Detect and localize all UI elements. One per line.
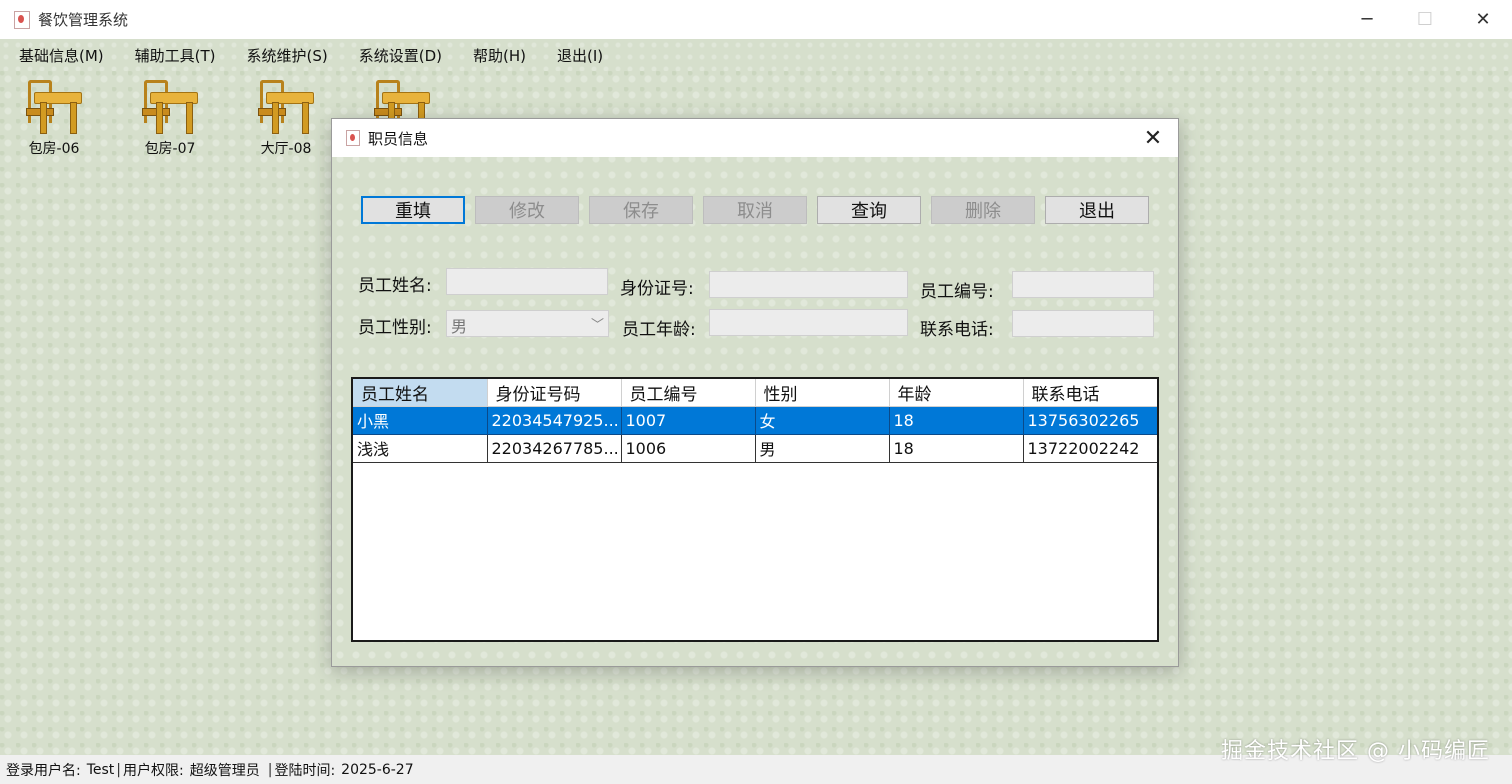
header-gender[interactable]: 性别 [755,379,890,407]
exit-button[interactable]: 退出 [1045,196,1149,224]
cell-name: 小黑 [353,406,488,435]
menu-maintenance[interactable]: 系统维护(S) [228,45,340,66]
employee-no-label: 员工编号: [920,282,994,302]
cell-age: 18 [889,406,1024,435]
gender-select[interactable]: 男 ﹀ [446,310,609,337]
header-age[interactable]: 年龄 [889,379,1024,407]
age-field[interactable] [709,309,908,336]
menu-exit[interactable]: 退出(I) [538,45,615,66]
app-icon [14,10,30,29]
status-separator: | [267,761,273,778]
header-phone[interactable]: 联系电话 [1023,379,1157,407]
menu-basic-info[interactable]: 基础信息(M) [0,45,116,66]
gender-label: 员工性别: [358,318,432,338]
cell-gender: 男 [755,434,890,463]
edit-button[interactable]: 修改 [475,196,579,224]
status-separator: | [116,761,122,778]
dining-table-icon [258,78,314,134]
table-header-row: 员工姓名 身份证号码 员工编号 性别 年龄 联系电话 [353,379,1157,407]
maximize-button[interactable]: ☐ [1396,0,1454,39]
cell-age: 18 [889,434,1024,463]
name-label: 员工姓名: [358,276,432,296]
dining-table-icon [142,78,198,134]
dining-table-icon [26,78,82,134]
menu-tools[interactable]: 辅助工具(T) [116,45,228,66]
menu-settings[interactable]: 系统设置(D) [340,45,454,66]
chevron-down-icon: ﹀ [590,318,604,333]
name-field[interactable] [446,268,608,295]
login-user-value: Test [86,761,115,778]
minimize-button[interactable]: ─ [1338,0,1396,39]
reset-button[interactable]: 重填 [361,196,465,224]
employee-no-field[interactable] [1012,271,1154,298]
cancel-button[interactable]: 取消 [703,196,807,224]
room-label: 包房-06 [28,141,80,157]
menu-bar: 基础信息(M) 辅助工具(T) 系统维护(S) 系统设置(D) 帮助(H) 退出… [0,39,1512,71]
header-name[interactable]: 员工姓名 [353,379,488,407]
delete-button[interactable]: 删除 [931,196,1035,224]
cell-phone: 13722002242 [1023,434,1157,463]
role-label: 用户权限: [123,762,184,779]
age-label: 员工年龄: [622,320,696,340]
room-label: 包房-07 [144,141,196,157]
gender-value: 男 [451,317,468,336]
room-label: 大厅-08 [260,141,312,157]
cell-gender: 女 [755,406,890,435]
save-button[interactable]: 保存 [589,196,693,224]
title-bar: 餐饮管理系统 ─ ☐ ✕ [0,0,1512,39]
employee-dialog: 职员信息 ✕ 重填 修改 保存 取消 查询 删除 退出 员工姓名: 身份证号: … [331,118,1179,667]
table-row[interactable]: 浅浅 22034267785... 1006 男 18 13722002242 [353,434,1157,463]
employee-table[interactable]: 员工姓名 身份证号码 员工编号 性别 年龄 联系电话 小黑 2203454792… [351,377,1159,642]
dialog-close-button[interactable]: ✕ [1138,123,1168,153]
table-row[interactable]: 小黑 22034547925... 1007 女 18 13756302265 [353,406,1157,435]
id-field[interactable] [709,271,908,298]
dialog-icon [346,130,360,146]
login-time-value: 2025-6-27 [341,761,414,778]
phone-field[interactable] [1012,310,1154,337]
login-time-label: 登陆时间: [274,762,336,779]
dialog-title-bar: 职员信息 ✕ [332,119,1178,157]
header-employee-no[interactable]: 员工编号 [621,379,756,407]
watermark: 掘金技术社区 @ 小码编匠 [1221,739,1490,764]
window-title: 餐饮管理系统 [38,11,129,29]
login-user-label: 登录用户名: [6,762,81,779]
window-controls: ─ ☐ ✕ [1338,0,1512,39]
cell-id-number: 22034547925... [487,406,622,435]
room-tile-06[interactable]: 包房-06 [14,78,94,157]
phone-label: 联系电话: [920,320,994,340]
cell-name: 浅浅 [353,434,488,463]
header-id-number[interactable]: 身份证号码 [487,379,622,407]
cell-id-number: 22034267785... [487,434,622,463]
cell-phone: 13756302265 [1023,406,1157,435]
role-value: 超级管理员 [189,762,260,779]
query-button[interactable]: 查询 [817,196,921,224]
close-button[interactable]: ✕ [1454,0,1512,39]
room-tile-08[interactable]: 大厅-08 [246,78,326,157]
dialog-title: 职员信息 [368,129,429,148]
room-tile-07[interactable]: 包房-07 [130,78,210,157]
cell-employee-no: 1007 [621,406,756,435]
id-label: 身份证号: [620,279,694,299]
cell-employee-no: 1006 [621,434,756,463]
menu-help[interactable]: 帮助(H) [454,45,538,66]
